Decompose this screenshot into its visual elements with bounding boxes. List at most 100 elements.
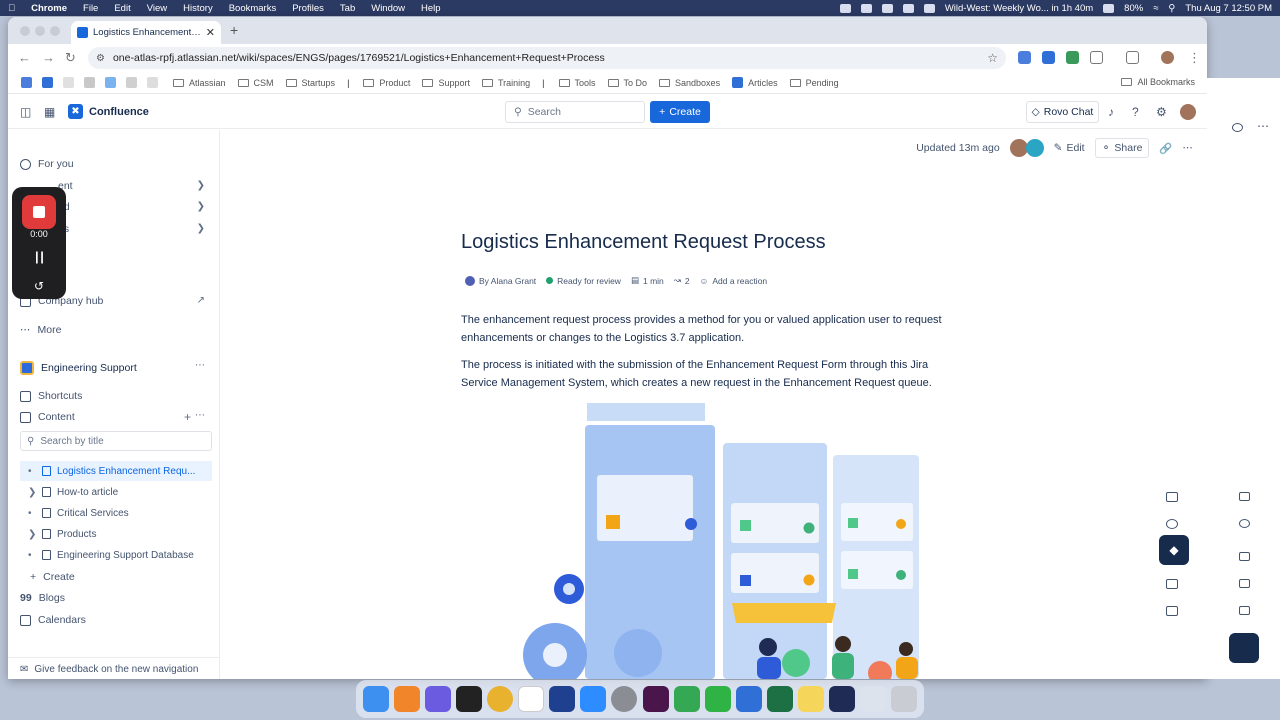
contributor-avatar[interactable]	[1009, 139, 1028, 157]
chrome-icon[interactable]	[486, 686, 513, 712]
sidebar-item-for-you[interactable]: For you	[20, 158, 74, 170]
video-icon[interactable]	[1239, 579, 1250, 588]
add-reaction-button[interactable]: ☺ Add a reaction	[700, 276, 768, 286]
settings-gear-icon[interactable]: ⚙	[1156, 105, 1167, 119]
browser-menu-icon[interactable]: ⋮	[1188, 50, 1201, 66]
tree-item-products[interactable]: ❯ Products	[20, 524, 212, 544]
create-button[interactable]: + Create	[650, 101, 710, 123]
menu-help[interactable]: Help	[413, 3, 449, 14]
profile-avatar[interactable]	[1161, 51, 1174, 64]
tab-active[interactable]: Logistics Enhancement Requ... ✕	[71, 21, 221, 44]
bookmark-icon[interactable]	[147, 77, 158, 88]
stop-recording-button[interactable]	[22, 195, 56, 229]
app-icon[interactable]	[455, 686, 482, 712]
sidebar-item-content[interactable]: Content	[20, 411, 75, 423]
excel-icon[interactable]	[766, 686, 793, 712]
minimize-window-button[interactable]	[35, 26, 45, 36]
finder-icon[interactable]	[362, 686, 389, 712]
extension-icon[interactable]	[1066, 51, 1079, 64]
calendar-icon[interactable]	[923, 3, 935, 13]
rovo-fab-button[interactable]: ◆	[1159, 535, 1189, 565]
app-icon[interactable]	[829, 686, 856, 712]
notifications-bell-icon[interactable]: ♪	[1108, 105, 1114, 119]
edit-button[interactable]: ✎ Edit	[1054, 142, 1085, 154]
address-bar[interactable]: ⚙ one-atlas-rpfj.atlassian.net/wiki/spac…	[88, 47, 1006, 69]
content-more-icon[interactable]: ⋯	[195, 410, 205, 421]
chevron-right-icon[interactable]: ❯	[197, 223, 205, 234]
status-badge[interactable]: Ready for review	[546, 276, 621, 286]
share-button[interactable]: ⚬ Share	[1094, 138, 1150, 158]
sidebar-toggle-icon[interactable]: ◫	[20, 105, 31, 119]
tray-icon[interactable]	[902, 3, 914, 13]
side-panel-icon[interactable]	[1126, 51, 1139, 64]
info-icon[interactable]	[1166, 519, 1178, 529]
cloud-app-icon[interactable]	[393, 686, 420, 712]
menu-view[interactable]: View	[139, 3, 175, 14]
bookmark-icon[interactable]	[105, 77, 116, 88]
app-switcher-icon[interactable]: ▦	[44, 105, 55, 119]
menu-bookmarks[interactable]: Bookmarks	[221, 3, 285, 14]
tree-item-how-to[interactable]: ❯ How-to article	[20, 482, 212, 502]
battery-percent[interactable]: 80%	[1124, 3, 1143, 14]
bookmark-tools[interactable]: Tools	[558, 78, 596, 88]
sidebar-item-shortcuts[interactable]: Shortcuts	[20, 390, 82, 402]
chevron-right-icon[interactable]: ❯	[28, 529, 42, 540]
help-icon[interactable]: ?	[1132, 105, 1139, 119]
sidebar-item-calendars[interactable]: Calendars	[20, 614, 86, 626]
bookmark-pending[interactable]: Pending	[789, 78, 839, 88]
menu-window[interactable]: Window	[363, 3, 413, 14]
zoom-window-button[interactable]	[50, 26, 60, 36]
close-tab-icon[interactable]: ✕	[206, 26, 215, 39]
contributors-count[interactable]: ↝ 2	[674, 275, 690, 286]
slack-icon[interactable]	[642, 686, 669, 712]
zoom-icon[interactable]	[580, 686, 607, 712]
tray-icon[interactable]	[1103, 3, 1115, 13]
more-actions-icon[interactable]: ⋯	[1257, 119, 1269, 133]
system-settings-icon[interactable]	[611, 686, 638, 712]
extension-icon[interactable]	[1042, 51, 1055, 64]
bbedit-icon[interactable]	[549, 686, 576, 712]
bookmark-star-icon[interactable]: ☆	[987, 51, 998, 65]
bookmark-sandboxes[interactable]: Sandboxes	[659, 78, 720, 88]
comments-icon[interactable]	[1239, 492, 1250, 501]
rovo-fab-button[interactable]	[1229, 633, 1259, 663]
bookmark-icon[interactable]	[21, 77, 32, 88]
announce-icon[interactable]	[1239, 606, 1250, 615]
bookmark-icon[interactable]	[63, 77, 74, 88]
reload-icon[interactable]: ↻	[65, 50, 76, 66]
documents-icon[interactable]	[860, 686, 887, 712]
confluence-logo[interactable]: ✖ Confluence	[68, 104, 149, 119]
back-icon[interactable]: ←	[18, 50, 31, 65]
spotlight-icon[interactable]: ⚲	[1168, 3, 1175, 14]
tree-item-critical-services[interactable]: • Critical Services	[20, 503, 212, 523]
menu-profiles[interactable]: Profiles	[284, 3, 332, 14]
apple-icon[interactable]: 	[0, 3, 23, 14]
new-tab-button[interactable]: +	[230, 22, 238, 38]
tray-icon[interactable]	[839, 3, 851, 13]
bookmark-articles[interactable]: Articles	[732, 77, 778, 88]
space-header[interactable]: Engineering Support	[20, 361, 137, 375]
tray-icon[interactable]	[860, 3, 872, 13]
calendar-app-icon[interactable]	[518, 686, 545, 712]
wifi-icon[interactable]: ≈	[1153, 3, 1158, 14]
menu-history[interactable]: History	[175, 3, 221, 14]
announce-icon[interactable]	[1166, 606, 1178, 616]
bookmark-support[interactable]: Support	[422, 78, 470, 88]
bookmark-startups[interactable]: Startups	[285, 78, 335, 88]
extension-icon[interactable]	[1018, 51, 1031, 64]
chevron-right-icon[interactable]: ❯	[197, 201, 205, 212]
trash-icon[interactable]	[891, 686, 918, 712]
more-actions-icon[interactable]: ⋯	[1183, 142, 1194, 154]
sidebar-item-more[interactable]: ⋯ More	[20, 324, 61, 336]
bookmark-icon[interactable]	[84, 77, 95, 88]
bookmark-atlassian[interactable]: Atlassian	[173, 78, 226, 88]
bookmark-csm[interactable]: CSM	[237, 78, 274, 88]
chevron-right-icon[interactable]: ❯	[197, 180, 205, 191]
bookmark-todo[interactable]: To Do	[607, 78, 647, 88]
copy-link-icon[interactable]: 🔗	[1159, 142, 1172, 155]
menu-file[interactable]: File	[75, 3, 106, 14]
contributor-avatar[interactable]	[1025, 139, 1044, 157]
author[interactable]: By Alana Grant	[465, 275, 536, 286]
launchpad-icon[interactable]	[424, 686, 451, 712]
menu-edit[interactable]: Edit	[106, 3, 138, 14]
